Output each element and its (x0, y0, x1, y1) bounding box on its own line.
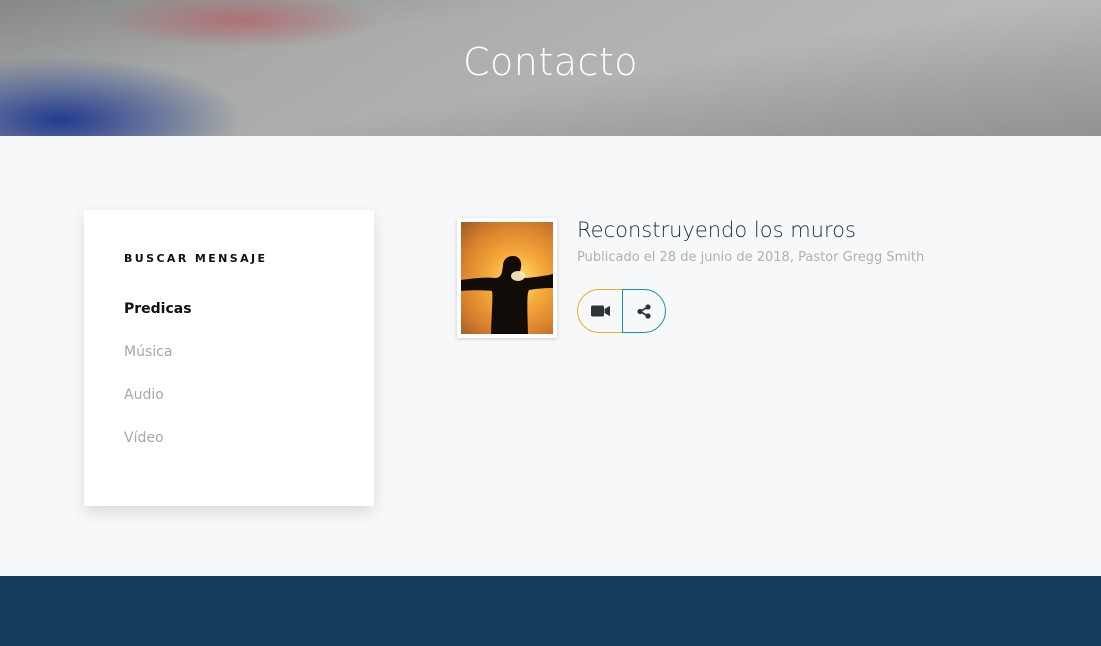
page-hero: Contacto (0, 0, 1101, 136)
sidebar-item-video[interactable]: Vídeo (124, 429, 334, 472)
post-actions (577, 289, 666, 333)
sidebar-item-audio[interactable]: Audio (124, 386, 334, 429)
share-icon (637, 303, 651, 319)
sidebar-item-musica[interactable]: Música (124, 343, 334, 386)
site-footer (0, 576, 1101, 646)
post-title[interactable]: Reconstruyendo los muros (577, 218, 856, 242)
post-meta: Publicado el 28 de junio de 2018, Pastor… (577, 250, 925, 265)
post-thumbnail[interactable] (457, 218, 557, 338)
sermon-post: Reconstruyendo los muros Publicado el 28… (457, 218, 1017, 338)
page-title: Contacto (462, 40, 639, 84)
sidebar-item-predicas[interactable]: Predicas (124, 300, 334, 343)
watch-video-button[interactable] (577, 289, 622, 333)
sunset-silhouette-image (461, 222, 553, 334)
share-button[interactable] (622, 289, 666, 333)
message-search-sidebar: BUSCAR MENSAJE Predicas Música Audio Víd… (84, 210, 374, 506)
sidebar-heading: BUSCAR MENSAJE (124, 252, 268, 265)
video-camera-icon (590, 305, 610, 317)
